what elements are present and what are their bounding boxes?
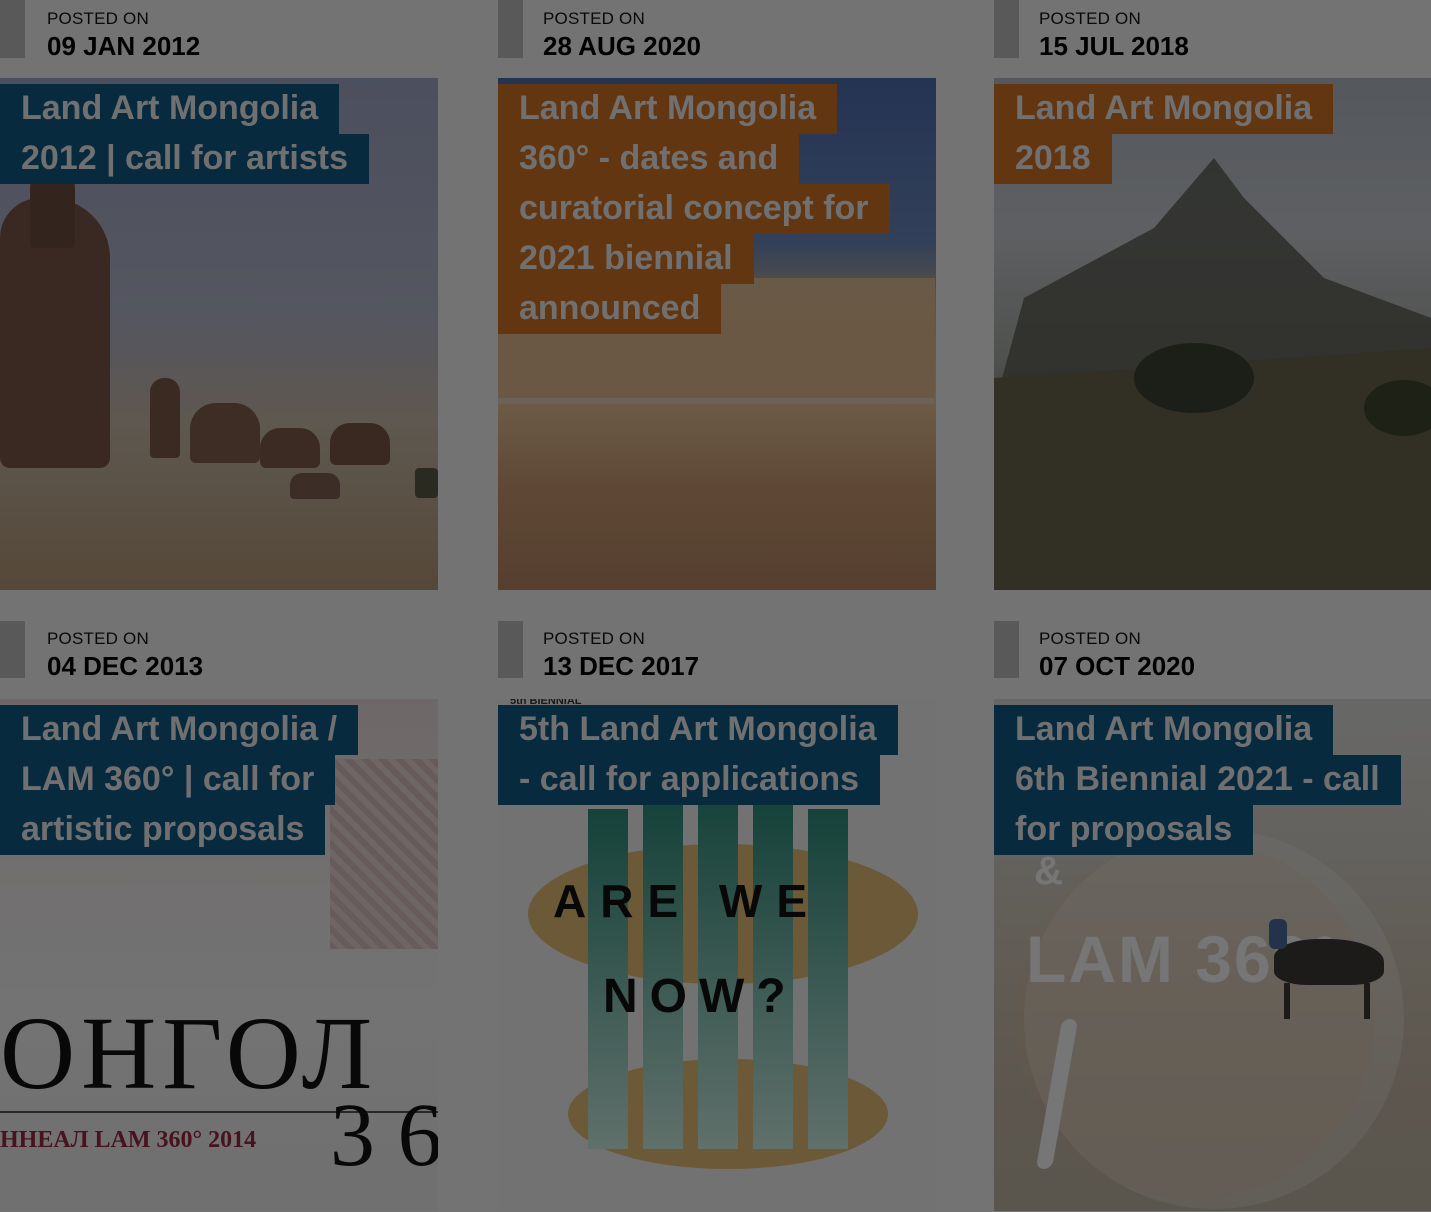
title-line[interactable]: LAM 360° | call for: [0, 755, 336, 805]
title-line[interactable]: for proposals: [994, 805, 1254, 855]
date-accent-bar: [0, 621, 25, 678]
posted-on-label: POSTED ON: [47, 9, 149, 28]
post-title[interactable]: 5th Land Art Mongolia - call for applica…: [498, 705, 898, 805]
logo-ampersand: &: [1034, 849, 1063, 893]
post-card[interactable]: POSTED ON 28 AUG 2020 Land Art Mongolia …: [498, 0, 936, 590]
post-title[interactable]: Land Art Mongolia 360° - dates and curat…: [498, 84, 890, 334]
post-date: 04 DEC 2013: [47, 651, 204, 681]
title-line[interactable]: Land Art Mongolia: [994, 705, 1334, 755]
post-image[interactable]: & LAM 360° Land Art Mongolia 6th Biennia…: [994, 699, 1431, 1211]
date-accent-bar: [0, 0, 25, 58]
post-meta: POSTED ON 15 JUL 2018: [994, 0, 1431, 78]
post-date: 07 OCT 2020: [1039, 651, 1196, 681]
posted-on-label: POSTED ON: [1039, 9, 1141, 28]
title-line[interactable]: Land Art Mongolia: [0, 84, 340, 134]
post-grid: POSTED ON 09 JAN 2012 Land Art Mongolia …: [0, 0, 1431, 1212]
title-line[interactable]: Land Art Mongolia: [994, 84, 1334, 134]
title-line[interactable]: curatorial concept for: [498, 184, 890, 234]
posted-on-label: POSTED ON: [543, 629, 645, 648]
post-card[interactable]: POSTED ON 07 OCT 2020 & LAM 360° Land Ar…: [994, 620, 1431, 1211]
title-line[interactable]: - call for applications: [498, 755, 881, 805]
post-meta: POSTED ON 28 AUG 2020: [498, 0, 936, 78]
post-card[interactable]: POSTED ON 15 JUL 2018 Land Art Mongolia …: [994, 0, 1431, 590]
title-line[interactable]: 5th Land Art Mongolia: [498, 705, 898, 755]
post-date: 13 DEC 2017: [543, 651, 700, 681]
date-accent-bar: [994, 0, 1019, 58]
post-meta: POSTED ON 09 JAN 2012: [0, 0, 438, 78]
post-title[interactable]: Land Art Mongolia 2012 | call for artist…: [0, 84, 370, 184]
title-line[interactable]: 6th Biennial 2021 - call: [994, 755, 1401, 805]
title-line[interactable]: 2018: [994, 134, 1112, 184]
post-image[interactable]: ОНГОЛ ННЕАЛ LAM 360° 2014 3 6 Land Art M…: [0, 699, 438, 1211]
title-line[interactable]: announced: [498, 284, 722, 334]
post-title[interactable]: Land Art Mongolia / LAM 360° | call for …: [0, 705, 359, 855]
poster-number: 3 6: [330, 1086, 438, 1185]
poster-headline-top: ARE WE: [553, 875, 821, 927]
post-date: 28 AUG 2020: [543, 31, 702, 61]
post-title[interactable]: Land Art Mongolia 2018: [994, 84, 1334, 184]
date-accent-bar: [498, 0, 523, 58]
title-line[interactable]: artistic proposals: [0, 805, 326, 855]
poster-subtitle: ННЕАЛ LAM 360° 2014: [0, 1127, 257, 1153]
post-meta: POSTED ON 13 DEC 2017: [498, 620, 936, 699]
title-line[interactable]: Land Art Mongolia /: [0, 705, 359, 755]
posted-on-label: POSTED ON: [47, 629, 149, 648]
post-meta: POSTED ON 07 OCT 2020: [994, 620, 1431, 699]
title-line[interactable]: Land Art Mongolia: [498, 84, 838, 134]
post-image[interactable]: Land Art Mongolia 2018: [994, 78, 1431, 590]
post-image[interactable]: 5th BIENNIAL ARE WE NOW? 5th Land Art Mo…: [498, 699, 936, 1211]
posted-on-label: POSTED ON: [1039, 629, 1141, 648]
post-date: 09 JAN 2012: [47, 31, 201, 61]
post-title[interactable]: Land Art Mongolia 6th Biennial 2021 - ca…: [994, 705, 1401, 855]
post-image[interactable]: Land Art Mongolia 2012 | call for artist…: [0, 78, 438, 590]
post-card[interactable]: POSTED ON 09 JAN 2012 Land Art Mongolia …: [0, 0, 438, 590]
date-accent-bar: [994, 621, 1019, 678]
title-line[interactable]: 360° - dates and: [498, 134, 800, 184]
post-date: 15 JUL 2018: [1039, 31, 1189, 61]
post-image[interactable]: Land Art Mongolia 360° - dates and curat…: [498, 78, 936, 590]
post-card[interactable]: POSTED ON 13 DEC 2017 5th BIENNIAL ARE W…: [498, 620, 936, 1211]
posted-on-label: POSTED ON: [543, 9, 645, 28]
poster-headline-bottom: NOW?: [603, 970, 798, 1023]
date-accent-bar: [498, 621, 523, 678]
title-line[interactable]: 2021 biennial: [498, 234, 754, 284]
post-card[interactable]: POSTED ON 04 DEC 2013 ОНГОЛ ННЕАЛ LAM 36…: [0, 620, 438, 1211]
title-line[interactable]: 2012 | call for artists: [0, 134, 370, 184]
post-meta: POSTED ON 04 DEC 2013: [0, 620, 438, 699]
